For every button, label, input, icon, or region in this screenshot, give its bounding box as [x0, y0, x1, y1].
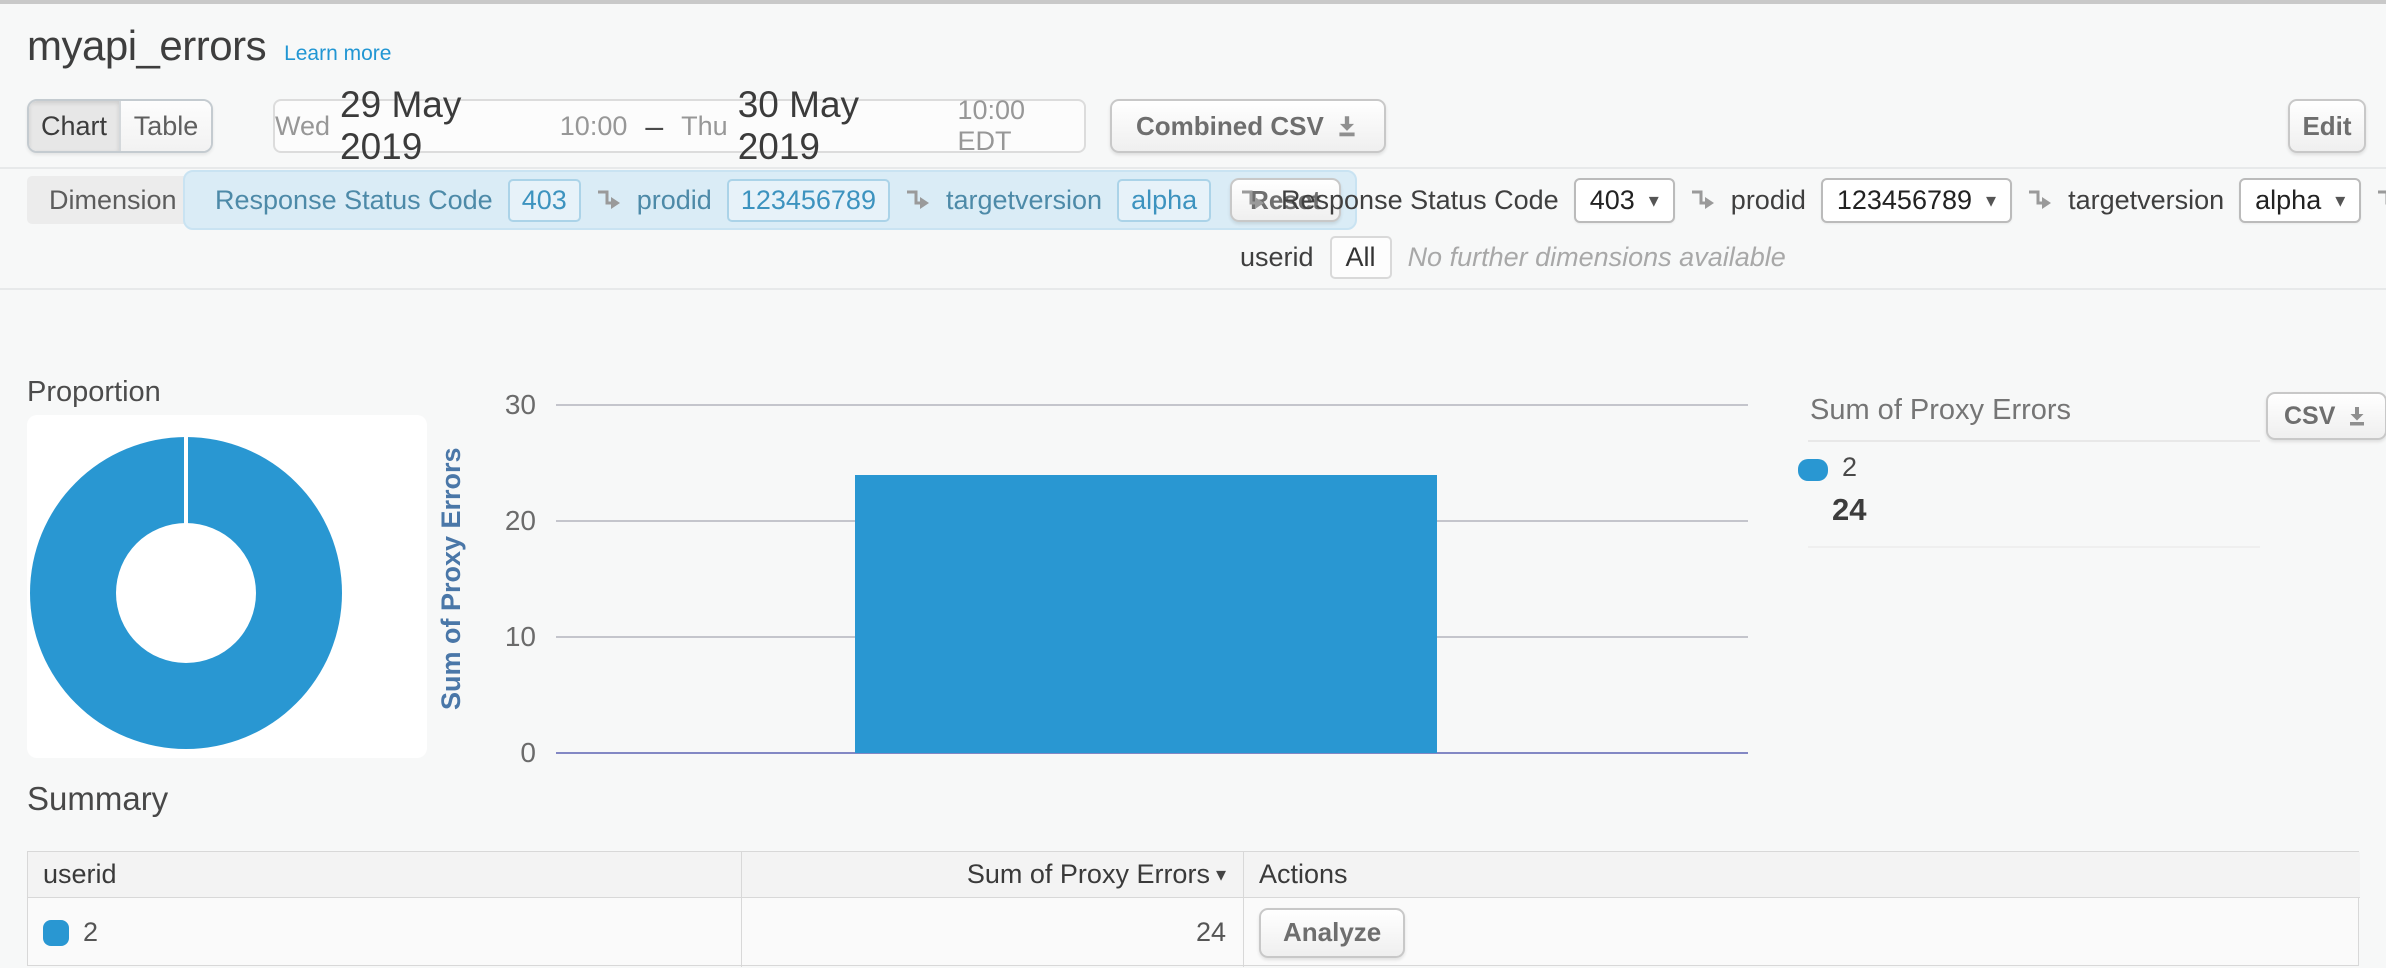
- breadcrumb-dimension-name[interactable]: targetversion: [946, 185, 1102, 216]
- breadcrumb-dimension-name[interactable]: prodid: [637, 185, 712, 216]
- next-dimension-name: userid: [1240, 242, 1314, 273]
- elbow-arrow-icon: [1240, 188, 1266, 212]
- breadcrumb-dimension-name[interactable]: Response Status Code: [215, 185, 493, 216]
- download-icon: [2345, 404, 2369, 428]
- filter-selected-value: 123456789: [1837, 185, 1972, 216]
- csv-button[interactable]: CSV: [2266, 392, 2386, 440]
- chart-view-button[interactable]: Chart: [29, 101, 119, 151]
- page-title: myapi_errors: [27, 22, 266, 70]
- caret-down-icon: ▾: [1986, 188, 1996, 213]
- caret-down-icon: ▾: [1649, 188, 1659, 213]
- combined-csv-label: Combined CSV: [1136, 111, 1324, 142]
- legend-swatch[interactable]: [1798, 459, 1828, 481]
- edit-button[interactable]: Edit: [2288, 99, 2366, 153]
- next-dimension-row: userid All No further dimensions availab…: [1240, 232, 1786, 282]
- csv-label: CSV: [2284, 402, 2335, 431]
- date-range-picker[interactable]: Wed 29 May 2019 10:00 – Thu 30 May 2019 …: [273, 99, 1086, 153]
- elbow-arrow-icon: [596, 188, 622, 212]
- dimension-filter-row: Response Status Code 403 ▾ prodid 123456…: [1240, 170, 2386, 230]
- next-dimension-all-button[interactable]: All: [1330, 236, 1392, 279]
- elbow-arrow-icon: [1690, 188, 1716, 212]
- filter-dimension-name: prodid: [1731, 185, 1806, 216]
- download-icon: [1334, 113, 1360, 139]
- breadcrumb-dimension-value[interactable]: 403: [508, 179, 581, 222]
- proportion-title: Proportion: [27, 376, 161, 409]
- filter-dimension-name: targetversion: [2068, 185, 2224, 216]
- bar-userid-2[interactable]: [855, 475, 1437, 753]
- elbow-arrow-icon: [905, 188, 931, 212]
- legend-label[interactable]: 2: [1842, 452, 1857, 483]
- table-row-actions-cell: Analyze: [1244, 898, 2360, 967]
- combined-csv-button[interactable]: Combined CSV: [1110, 99, 1386, 153]
- dimension-label: Dimension: [27, 176, 199, 224]
- elbow-arrow-icon: [2376, 188, 2386, 212]
- column-header-userid: userid: [28, 852, 742, 898]
- sort-descending-icon: ▾: [1216, 862, 1226, 887]
- y-axis-ticks: 0102030: [462, 405, 536, 753]
- breadcrumb-dimension-value[interactable]: 123456789: [727, 179, 890, 222]
- filter-value-select[interactable]: 123456789 ▾: [1821, 178, 2012, 223]
- end-date: 30 May 2019: [738, 84, 948, 168]
- column-header-label: Sum of Proxy Errors: [967, 859, 1210, 890]
- dimension-breadcrumb-chip: Response Status Code 403 prodid 12345678…: [183, 170, 1357, 230]
- analytics-dashboard: myapi_errors Learn more Chart Table Wed …: [0, 0, 2386, 968]
- metric-panel-title: Sum of Proxy Errors: [1810, 394, 2071, 427]
- panel-separator: [1808, 546, 2260, 548]
- filter-value-select[interactable]: 403 ▾: [1574, 178, 1675, 223]
- panel-separator: [1808, 440, 2260, 442]
- y-tick-label: 10: [462, 623, 536, 651]
- end-time: 10:00 EDT: [957, 95, 1084, 157]
- analyze-button[interactable]: Analyze: [1259, 908, 1405, 958]
- series-color-swatch: [43, 920, 69, 946]
- table-row-userid-cell: 2: [28, 898, 742, 967]
- view-toggle: Chart Table: [27, 99, 213, 153]
- date-range-separator: –: [637, 108, 671, 145]
- donut-hole: [116, 523, 256, 663]
- top-strip: [0, 0, 2386, 4]
- start-day: Wed: [275, 111, 330, 142]
- donut-chart[interactable]: [30, 437, 342, 749]
- elbow-arrow-icon: [2027, 188, 2053, 212]
- divider: [0, 167, 2386, 169]
- page-header: myapi_errors Learn more: [27, 22, 391, 70]
- no-further-dimensions-text: No further dimensions available: [1408, 242, 1786, 273]
- learn-more-link[interactable]: Learn more: [284, 42, 391, 66]
- start-date: 29 May 2019: [340, 84, 550, 168]
- legend-value: 24: [1832, 492, 1866, 528]
- y-tick-label: 0: [462, 739, 536, 767]
- table-view-button[interactable]: Table: [119, 101, 211, 151]
- end-day: Thu: [681, 111, 728, 142]
- filter-dimension-name: Response Status Code: [1281, 185, 1559, 216]
- breadcrumb-dimension-value[interactable]: alpha: [1117, 179, 1211, 222]
- gridline: [556, 404, 1748, 406]
- divider: [0, 288, 2386, 290]
- start-time: 10:00: [560, 111, 628, 142]
- filter-value-select[interactable]: alpha ▾: [2239, 178, 2361, 223]
- userid-value: 2: [83, 917, 98, 948]
- filter-selected-value: 403: [1590, 185, 1635, 216]
- y-tick-label: 30: [462, 391, 536, 419]
- y-tick-label: 20: [462, 507, 536, 535]
- column-header-sum-of-proxy-errors[interactable]: Sum of Proxy Errors ▾: [742, 852, 1244, 898]
- bar-plot-area: [556, 405, 1748, 753]
- proportion-chart-card: [27, 415, 427, 758]
- caret-down-icon: ▾: [2335, 188, 2345, 213]
- summary-table: userid Sum of Proxy Errors ▾ Actions 2 2…: [27, 851, 2359, 966]
- filter-selected-value: alpha: [2255, 185, 2321, 216]
- table-row-value-cell: 24: [742, 898, 1244, 967]
- donut-slice-gap: [184, 437, 188, 525]
- column-header-actions: Actions: [1244, 852, 2360, 898]
- summary-title: Summary: [27, 780, 168, 818]
